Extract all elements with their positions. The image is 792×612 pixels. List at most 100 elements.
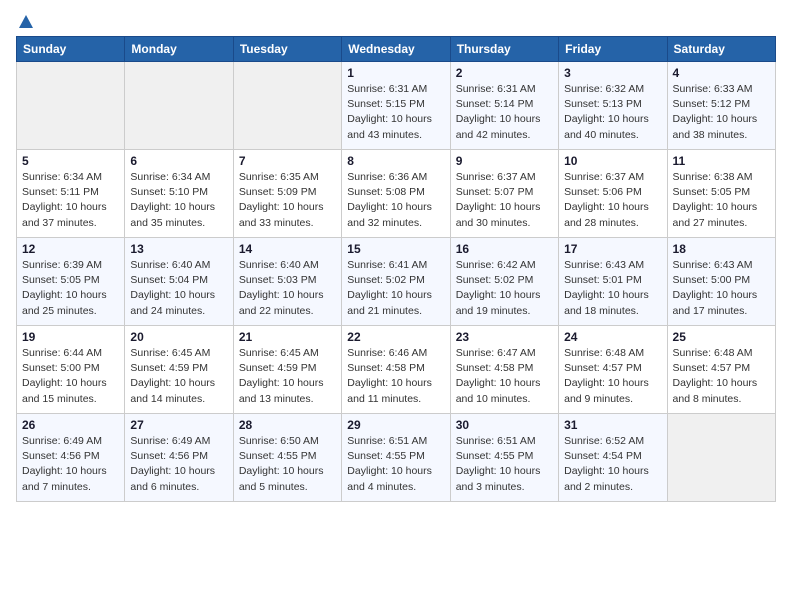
calendar-table: SundayMondayTuesdayWednesdayThursdayFrid…	[16, 36, 776, 502]
calendar-cell	[17, 62, 125, 150]
day-header-friday: Friday	[559, 37, 667, 62]
day-number: 17	[564, 242, 661, 256]
calendar-cell: 18Sunrise: 6:43 AM Sunset: 5:00 PM Dayli…	[667, 238, 775, 326]
calendar-cell: 29Sunrise: 6:51 AM Sunset: 4:55 PM Dayli…	[342, 414, 450, 502]
calendar-cell: 22 Sunrise: 6:46 AM Sunset: 4:58 PM Dayli…	[342, 326, 450, 414]
calendar-cell: 16 Sunrise: 6:42 AM Sunset: 5:02 PM Dayli…	[450, 238, 558, 326]
day-detail: Sunrise: 6:43 AM Sunset: 5:01 PM Dayligh…	[564, 258, 661, 319]
day-detail: Sunrise: 6:33 AM Sunset: 5:12 PM Dayligh…	[673, 82, 770, 143]
day-detail: Sunrise: 6:48 AM Sunset: 4:57 PM Dayligh…	[564, 346, 661, 407]
day-detail: Sunrise: 6:40 AM Sunset: 5:03 PM Dayligh…	[239, 258, 336, 319]
day-number: 19	[22, 330, 119, 344]
day-detail: Sunrise: 6:38 AM Sunset: 5:05 PM Dayligh…	[673, 170, 770, 231]
calendar-cell: 11Sunrise: 6:38 AM Sunset: 5:05 PM Dayli…	[667, 150, 775, 238]
calendar-body: 1 Sunrise: 6:31 AM Sunset: 5:15 PM Daylig…	[17, 62, 776, 502]
calendar-cell: 13 Sunrise: 6:40 AM Sunset: 5:04 PM Dayli…	[125, 238, 233, 326]
day-detail: Sunrise: 6:49 AM Sunset: 4:56 PM Dayligh…	[130, 434, 227, 495]
day-number: 29	[347, 418, 444, 432]
calendar-container: SundayMondayTuesdayWednesdayThursdayFrid…	[0, 0, 792, 512]
day-number: 2	[456, 66, 553, 80]
day-detail: Sunrise: 6:50 AM Sunset: 4:55 PM Dayligh…	[239, 434, 336, 495]
day-detail: Sunrise: 6:34 AM Sunset: 5:10 PM Dayligh…	[130, 170, 227, 231]
day-detail: Sunrise: 6:48 AM Sunset: 4:57 PM Dayligh…	[673, 346, 770, 407]
day-header-wednesday: Wednesday	[342, 37, 450, 62]
day-number: 31	[564, 418, 661, 432]
calendar-cell: 15 Sunrise: 6:41 AM Sunset: 5:02 PM Dayli…	[342, 238, 450, 326]
day-detail: Sunrise: 6:37 AM Sunset: 5:07 PM Dayligh…	[456, 170, 553, 231]
day-detail: Sunrise: 6:31 AM Sunset: 5:14 PM Dayligh…	[456, 82, 553, 143]
day-number: 13	[130, 242, 227, 256]
day-number: 10	[564, 154, 661, 168]
day-detail: Sunrise: 6:42 AM Sunset: 5:02 PM Dayligh…	[456, 258, 553, 319]
day-detail: Sunrise: 6:34 AM Sunset: 5:11 PM Dayligh…	[22, 170, 119, 231]
day-detail: Sunrise: 6:45 AM Sunset: 4:59 PM Dayligh…	[239, 346, 336, 407]
calendar-cell: 6 Sunrise: 6:34 AM Sunset: 5:10 PM Daylig…	[125, 150, 233, 238]
day-header-tuesday: Tuesday	[233, 37, 341, 62]
day-detail: Sunrise: 6:47 AM Sunset: 4:58 PM Dayligh…	[456, 346, 553, 407]
day-detail: Sunrise: 6:46 AM Sunset: 4:58 PM Dayligh…	[347, 346, 444, 407]
day-number: 30	[456, 418, 553, 432]
calendar-week-row: 5 Sunrise: 6:34 AM Sunset: 5:11 PM Daylig…	[17, 150, 776, 238]
calendar-cell: 30Sunrise: 6:51 AM Sunset: 4:55 PM Dayli…	[450, 414, 558, 502]
day-number: 4	[673, 66, 770, 80]
calendar-cell: 14 Sunrise: 6:40 AM Sunset: 5:03 PM Dayli…	[233, 238, 341, 326]
logo-triangle-icon	[18, 14, 34, 30]
day-detail: Sunrise: 6:43 AM Sunset: 5:00 PM Dayligh…	[673, 258, 770, 319]
calendar-week-row: 1 Sunrise: 6:31 AM Sunset: 5:15 PM Daylig…	[17, 62, 776, 150]
logo	[16, 16, 34, 28]
day-number: 8	[347, 154, 444, 168]
calendar-cell: 23 Sunrise: 6:47 AM Sunset: 4:58 PM Dayli…	[450, 326, 558, 414]
calendar-cell: 12 Sunrise: 6:39 AM Sunset: 5:05 PM Dayli…	[17, 238, 125, 326]
calendar-cell: 19 Sunrise: 6:44 AM Sunset: 5:00 PM Dayli…	[17, 326, 125, 414]
day-number: 21	[239, 330, 336, 344]
calendar-cell: 17 Sunrise: 6:43 AM Sunset: 5:01 PM Dayli…	[559, 238, 667, 326]
day-detail: Sunrise: 6:36 AM Sunset: 5:08 PM Dayligh…	[347, 170, 444, 231]
calendar-cell	[233, 62, 341, 150]
day-number: 9	[456, 154, 553, 168]
day-detail: Sunrise: 6:32 AM Sunset: 5:13 PM Dayligh…	[564, 82, 661, 143]
day-number: 1	[347, 66, 444, 80]
day-number: 3	[564, 66, 661, 80]
calendar-cell: 3 Sunrise: 6:32 AM Sunset: 5:13 PM Daylig…	[559, 62, 667, 150]
day-detail: Sunrise: 6:37 AM Sunset: 5:06 PM Dayligh…	[564, 170, 661, 231]
day-detail: Sunrise: 6:31 AM Sunset: 5:15 PM Dayligh…	[347, 82, 444, 143]
day-detail: Sunrise: 6:44 AM Sunset: 5:00 PM Dayligh…	[22, 346, 119, 407]
day-number: 5	[22, 154, 119, 168]
day-detail: Sunrise: 6:35 AM Sunset: 5:09 PM Dayligh…	[239, 170, 336, 231]
calendar-week-row: 12 Sunrise: 6:39 AM Sunset: 5:05 PM Dayli…	[17, 238, 776, 326]
day-number: 22	[347, 330, 444, 344]
calendar-cell: 1 Sunrise: 6:31 AM Sunset: 5:15 PM Daylig…	[342, 62, 450, 150]
calendar-cell: 7Sunrise: 6:35 AM Sunset: 5:09 PM Daylig…	[233, 150, 341, 238]
day-number: 27	[130, 418, 227, 432]
day-number: 15	[347, 242, 444, 256]
day-number: 23	[456, 330, 553, 344]
calendar-cell: 5 Sunrise: 6:34 AM Sunset: 5:11 PM Daylig…	[17, 150, 125, 238]
day-number: 28	[239, 418, 336, 432]
calendar-cell	[125, 62, 233, 150]
calendar-week-row: 26 Sunrise: 6:49 AM Sunset: 4:56 PM Dayli…	[17, 414, 776, 502]
day-number: 14	[239, 242, 336, 256]
day-header-sunday: Sunday	[17, 37, 125, 62]
calendar-cell: 25 Sunrise: 6:48 AM Sunset: 4:57 PM Dayli…	[667, 326, 775, 414]
day-number: 20	[130, 330, 227, 344]
day-header-thursday: Thursday	[450, 37, 558, 62]
day-number: 25	[673, 330, 770, 344]
calendar-cell: 10 Sunrise: 6:37 AM Sunset: 5:06 PM Dayli…	[559, 150, 667, 238]
day-number: 6	[130, 154, 227, 168]
day-number: 26	[22, 418, 119, 432]
day-detail: Sunrise: 6:41 AM Sunset: 5:02 PM Dayligh…	[347, 258, 444, 319]
calendar-cell: 21 Sunrise: 6:45 AM Sunset: 4:59 PM Dayli…	[233, 326, 341, 414]
day-detail: Sunrise: 6:49 AM Sunset: 4:56 PM Dayligh…	[22, 434, 119, 495]
calendar-cell: 20 Sunrise: 6:45 AM Sunset: 4:59 PM Dayli…	[125, 326, 233, 414]
day-detail: Sunrise: 6:45 AM Sunset: 4:59 PM Dayligh…	[130, 346, 227, 407]
day-detail: Sunrise: 6:40 AM Sunset: 5:04 PM Dayligh…	[130, 258, 227, 319]
day-detail: Sunrise: 6:39 AM Sunset: 5:05 PM Dayligh…	[22, 258, 119, 319]
day-detail: Sunrise: 6:52 AM Sunset: 4:54 PM Dayligh…	[564, 434, 661, 495]
calendar-cell: 24Sunrise: 6:48 AM Sunset: 4:57 PM Dayli…	[559, 326, 667, 414]
calendar-cell: 4 Sunrise: 6:33 AM Sunset: 5:12 PM Daylig…	[667, 62, 775, 150]
calendar-cell: 26 Sunrise: 6:49 AM Sunset: 4:56 PM Dayli…	[17, 414, 125, 502]
day-number: 16	[456, 242, 553, 256]
day-number: 12	[22, 242, 119, 256]
calendar-cell: 28 Sunrise: 6:50 AM Sunset: 4:55 PM Dayli…	[233, 414, 341, 502]
day-header-saturday: Saturday	[667, 37, 775, 62]
